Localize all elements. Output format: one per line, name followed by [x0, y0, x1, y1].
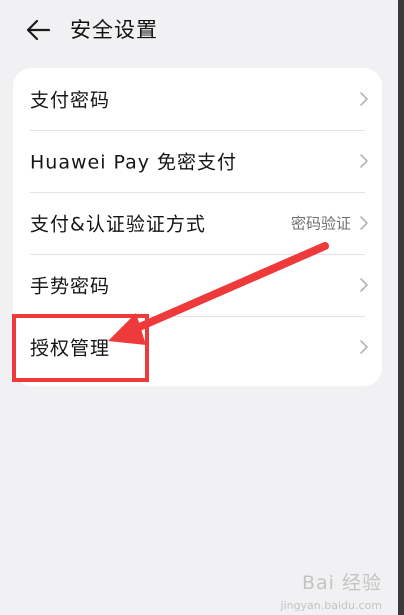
chevron-right-icon	[360, 92, 368, 106]
settings-item-label: 手势密码	[30, 275, 111, 298]
settings-item-huawei-pay[interactable]: Huawei Pay 免密支付	[13, 130, 382, 192]
settings-item-label: Huawei Pay 免密支付	[30, 151, 238, 174]
settings-card: 支付密码 Huawei Pay 免密支付 支付&认证验证方式 密码验证 手势密码…	[13, 68, 382, 386]
right-edge-strip	[398, 0, 404, 615]
settings-item-label: 授权管理	[30, 337, 111, 360]
settings-item-authorization[interactable]: 授权管理	[13, 316, 382, 378]
chevron-right-icon	[360, 216, 368, 230]
chevron-right-icon	[360, 278, 368, 292]
settings-item-label: 支付&认证验证方式	[30, 213, 206, 236]
watermark: Bai 经验	[302, 572, 382, 594]
chevron-right-icon	[360, 154, 368, 168]
settings-item-payment-password[interactable]: 支付密码	[13, 68, 382, 130]
settings-item-value: 密码验证	[290, 214, 351, 233]
arrow-left-icon	[26, 19, 51, 41]
back-button[interactable]	[22, 14, 54, 46]
watermark-url: jingyan.baidu.com	[280, 599, 382, 612]
page-title: 安全设置	[70, 18, 158, 42]
chevron-right-icon	[360, 340, 368, 354]
settings-item-gesture-password[interactable]: 手势密码	[13, 254, 382, 316]
settings-item-label: 支付密码	[30, 89, 111, 112]
settings-item-verification-method[interactable]: 支付&认证验证方式 密码验证	[13, 192, 382, 254]
header: 安全设置	[0, 0, 398, 60]
